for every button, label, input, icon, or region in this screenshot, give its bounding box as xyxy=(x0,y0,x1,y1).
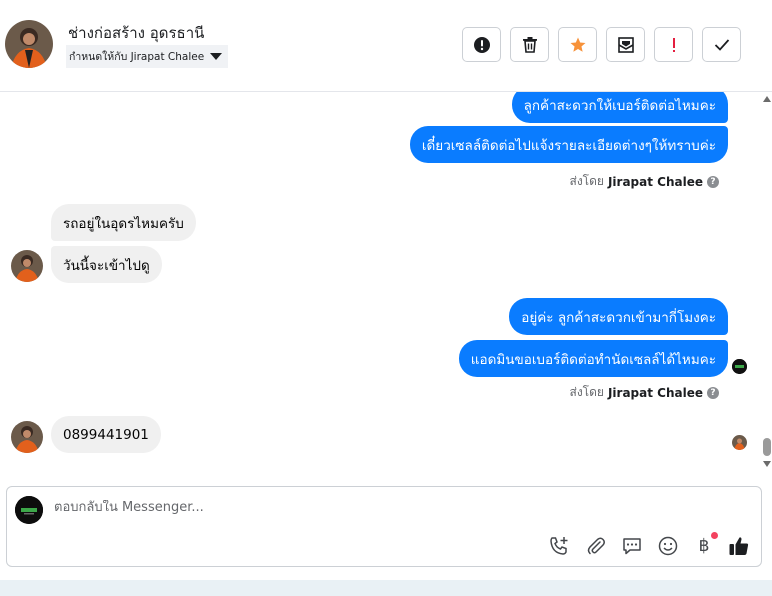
like-button[interactable] xyxy=(728,535,750,557)
sent-by-label: ส่งโดย Jirapat Chalee ? xyxy=(570,383,719,402)
emoji-button[interactable] xyxy=(657,535,679,557)
call-add-button[interactable] xyxy=(548,535,570,557)
message-incoming[interactable]: 0899441901 xyxy=(51,416,161,453)
scroll-thumb[interactable] xyxy=(763,438,771,456)
reply-composer: ฿ xyxy=(6,486,762,567)
payment-button[interactable]: ฿ xyxy=(693,532,718,557)
star-icon xyxy=(570,37,585,52)
contact-name: ช่างก่อสร้าง อุดรธานี xyxy=(68,24,205,42)
attachment-button[interactable] xyxy=(585,535,607,557)
caret-down-icon xyxy=(210,53,223,60)
star-button[interactable] xyxy=(558,27,597,62)
notification-dot xyxy=(711,532,718,539)
page-avatar xyxy=(15,496,43,524)
message-thread[interactable]: ลูกค้าสะดวกให้เบอร์ติดต่อไหมคะ เดี๋ยวเซล… xyxy=(0,92,762,474)
mark-unread-button[interactable] xyxy=(606,27,645,62)
seen-page-avatar xyxy=(732,359,747,374)
flag-button[interactable] xyxy=(654,27,693,62)
scroll-down-icon[interactable] xyxy=(763,461,771,467)
attachment-icon xyxy=(587,537,605,555)
exclamation-icon xyxy=(672,37,675,52)
scroll-up-icon[interactable] xyxy=(763,96,771,102)
contact-avatar-small xyxy=(11,250,43,282)
emoji-icon xyxy=(658,536,678,556)
saved-reply-icon xyxy=(623,538,641,555)
envelope-icon xyxy=(617,36,634,53)
seen-contact-avatar xyxy=(732,435,747,450)
message-outgoing[interactable]: อยู่ค่ะ ลูกค้าสะดวกเข้ามากี่โมงคะ xyxy=(509,298,728,335)
message-incoming[interactable]: วันนี้จะเข้าไปดู xyxy=(51,246,162,283)
page-footer-band xyxy=(0,580,772,596)
message-incoming[interactable]: รถอยู่ในอุดรไหมครับ xyxy=(51,204,196,241)
saved-reply-button[interactable] xyxy=(621,535,643,557)
message-outgoing[interactable]: ลูกค้าสะดวกให้เบอร์ติดต่อไหมคะ xyxy=(511,92,728,123)
message-outgoing[interactable]: เดี๋ยวเซลล์ติดต่อไปแจ้งรายละเอียดต่างๆให… xyxy=(409,126,728,163)
help-icon[interactable]: ? xyxy=(707,175,719,188)
delete-button[interactable] xyxy=(510,27,549,62)
inbox-conversation: ช่างก่อสร้าง อุดรธานี กำหนดให้กับ Jirapa… xyxy=(0,0,772,596)
alert-circle-icon xyxy=(473,36,490,53)
check-icon xyxy=(714,38,729,51)
report-button[interactable] xyxy=(462,27,501,62)
help-icon[interactable]: ? xyxy=(707,386,719,399)
conversation-header: ช่างก่อสร้าง อุดรธานี กำหนดให้กับ Jirapa… xyxy=(0,0,772,92)
call-add-icon xyxy=(550,537,568,555)
baht-payment-icon: ฿ xyxy=(698,536,710,556)
reply-input[interactable] xyxy=(54,500,734,515)
assign-dropdown[interactable]: กำหนดให้กับ Jirapat Chalee xyxy=(66,45,229,68)
mark-done-button[interactable] xyxy=(702,27,741,62)
thumbs-up-icon xyxy=(729,537,749,555)
trash-icon xyxy=(522,37,537,53)
thread-scrollbar[interactable] xyxy=(762,92,772,474)
sent-by-label: ส่งโดย Jirapat Chalee ? xyxy=(570,172,719,191)
contact-avatar[interactable] xyxy=(5,20,53,68)
contact-avatar-small xyxy=(11,421,43,453)
message-outgoing[interactable]: แอดมินขอเบอร์ติดต่อทำนัดเซลล์ได้ไหมคะ xyxy=(458,340,728,377)
assigned-label: กำหนดให้กับ Jirapat Chalee xyxy=(69,51,205,63)
